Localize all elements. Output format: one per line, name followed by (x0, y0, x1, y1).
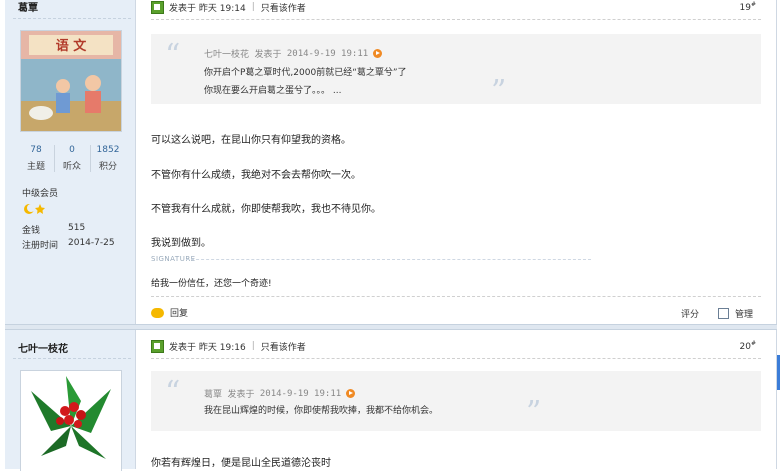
floor-value: 19 (739, 3, 751, 13)
quote-line: 你开启个P葛之覃时代,2000前就已经“葛之覃兮”了 (204, 68, 407, 78)
stat-points-label: 积分 (98, 162, 117, 172)
post-info-bar: 发表于 昨天 19:16 | 只看该作者 (151, 339, 306, 353)
quote-line: 你现在要么开启葛之蛋兮了。。。 ... (204, 86, 342, 96)
author-name[interactable]: 葛覃 (18, 0, 38, 14)
sidebar-top-divider (13, 358, 131, 359)
stat-listeners-count: 0 (69, 145, 75, 155)
avatar[interactable] (20, 370, 122, 471)
quote-open-icon: “ (165, 38, 181, 73)
floor-suffix: # (750, 340, 756, 347)
post-time: 昨天 19:16 (198, 342, 246, 353)
quote-open-icon: “ (165, 375, 181, 410)
right-border (776, 0, 777, 326)
post-info-bar: 发表于 昨天 19:14 | 只看该作者 (151, 0, 306, 14)
quote-posted-label: 发表于 (254, 50, 282, 60)
stat-listeners[interactable]: 0 听众 (54, 145, 91, 172)
stat-topics-count: 78 (30, 145, 42, 155)
reply-button[interactable]: 回复 (151, 306, 188, 319)
author-name[interactable]: 七叶一枝花 (18, 340, 68, 355)
info-divider-line (151, 358, 761, 359)
svg-text:语 文: 语 文 (56, 38, 88, 54)
money-value: 515 (68, 223, 86, 233)
post-footer-divider (151, 296, 761, 297)
author-sidebar: 七叶一枝花 (5, 330, 136, 471)
online-status-icon (151, 339, 164, 353)
info-divider: | (251, 2, 255, 12)
quote-author: 七叶一枝花 (204, 50, 250, 60)
floor-value: 20 (739, 342, 751, 352)
info-divider-line (151, 19, 761, 20)
floor-number[interactable]: 20# (740, 340, 756, 352)
post-body-line: 你若有辉煌日，便是昆山全民道德沦丧时 (151, 458, 331, 469)
right-border (776, 330, 777, 469)
post-meta-label: 发表于 (169, 3, 197, 14)
post-body-line: 可以这么说吧，在昆山你只有仰望我的资格。 (151, 135, 351, 146)
reply-icon (151, 307, 164, 318)
quote-posted-label: 发表于 (227, 390, 255, 400)
manage-control[interactable]: 管理 (718, 307, 753, 320)
reply-label: 回复 (170, 309, 189, 319)
post-body-line: 我说到做到。 (151, 238, 211, 249)
post-time: 昨天 19:14 (198, 3, 246, 14)
avatar[interactable]: 语 文 (20, 30, 122, 132)
quote-block: “ 葛覃 发表于 2014-9-19 19:11 我在昆山辉煌的时候，你即使帮我… (151, 371, 761, 431)
quote-close-icon: ” (526, 395, 542, 430)
quote-close-icon: ” (491, 74, 507, 109)
money-label: 金钱 (22, 226, 41, 236)
stat-points[interactable]: 1852 积分 (90, 145, 126, 172)
stat-listeners-label: 听众 (62, 162, 81, 172)
floor-suffix: # (750, 1, 756, 8)
only-author-link[interactable]: 只看该作者 (261, 1, 306, 14)
online-status-icon (151, 0, 164, 14)
post-body-line: 不管你有什么成绩，我绝对不会去帮你吹一次。 (151, 170, 361, 181)
stat-points-count: 1852 (96, 145, 120, 155)
post-meta-label: 发表于 (169, 342, 197, 353)
quote-author-line: 七叶一枝花 发表于 2014-9-19 19:11 (204, 47, 383, 60)
manage-checkbox[interactable] (718, 308, 729, 319)
only-author-link[interactable]: 只看该作者 (261, 340, 306, 353)
quote-author-line: 葛覃 发表于 2014-9-19 19:11 (204, 387, 356, 400)
sidebar-top-divider (13, 18, 131, 19)
rank-stars-icon (23, 203, 47, 215)
quote-block: “ 七叶一枝花 发表于 2014-9-19 19:11 你开启个P葛之覃时代,2… (151, 34, 761, 109)
regtime-label: 注册时间 (22, 241, 59, 251)
avatar-image: 语 文 (21, 31, 121, 131)
quote-line: 我在昆山辉煌的时候，你即使帮我吹捧，我都不给你机会。 (204, 406, 439, 416)
post-content: 发表于 昨天 19:16 | 只看该作者 20# “ 葛覃 发表于 2014-9… (136, 330, 776, 469)
rate-button[interactable]: 评分 (681, 307, 699, 320)
quote-time: 2014-9-19 19:11 (286, 48, 369, 59)
post-content: 发表于 昨天 19:14 | 只看该作者 19# “ 七叶一枝花 发表于 201… (136, 0, 776, 326)
stat-topics[interactable]: 78 主题 (18, 145, 55, 172)
floor-number[interactable]: 19# (740, 1, 756, 13)
signature-text: 给我一份信任，还您一个奇迹! (151, 279, 272, 289)
avatar-image (21, 371, 121, 471)
quote-author: 葛覃 (204, 390, 223, 400)
manage-label: 管理 (735, 310, 754, 320)
post-body-line: 不管我有什么成就，你即使帮我吹，我也不待见你。 (151, 204, 381, 215)
post-19: 葛覃 语 文 78 主题 0 听众 1852 积分 中级会员 金钱 515 注册… (0, 0, 780, 326)
regtime-value: 2014-7-25 (68, 238, 115, 248)
post-20: 七叶一枝花 发表于 昨天 19:16 | 只看该作者 20# “ 葛覃 发表于 … (0, 330, 780, 471)
author-sidebar: 葛覃 语 文 78 主题 0 听众 1852 积分 中级会员 金钱 515 注册… (5, 0, 136, 326)
user-group[interactable]: 中级会员 (22, 186, 58, 199)
signature-divider (186, 259, 591, 260)
goto-post-icon[interactable] (346, 389, 356, 398)
stat-topics-label: 主题 (26, 162, 45, 172)
info-divider: | (251, 341, 255, 351)
quote-time: 2014-9-19 19:11 (259, 388, 342, 399)
goto-post-icon[interactable] (373, 49, 383, 58)
